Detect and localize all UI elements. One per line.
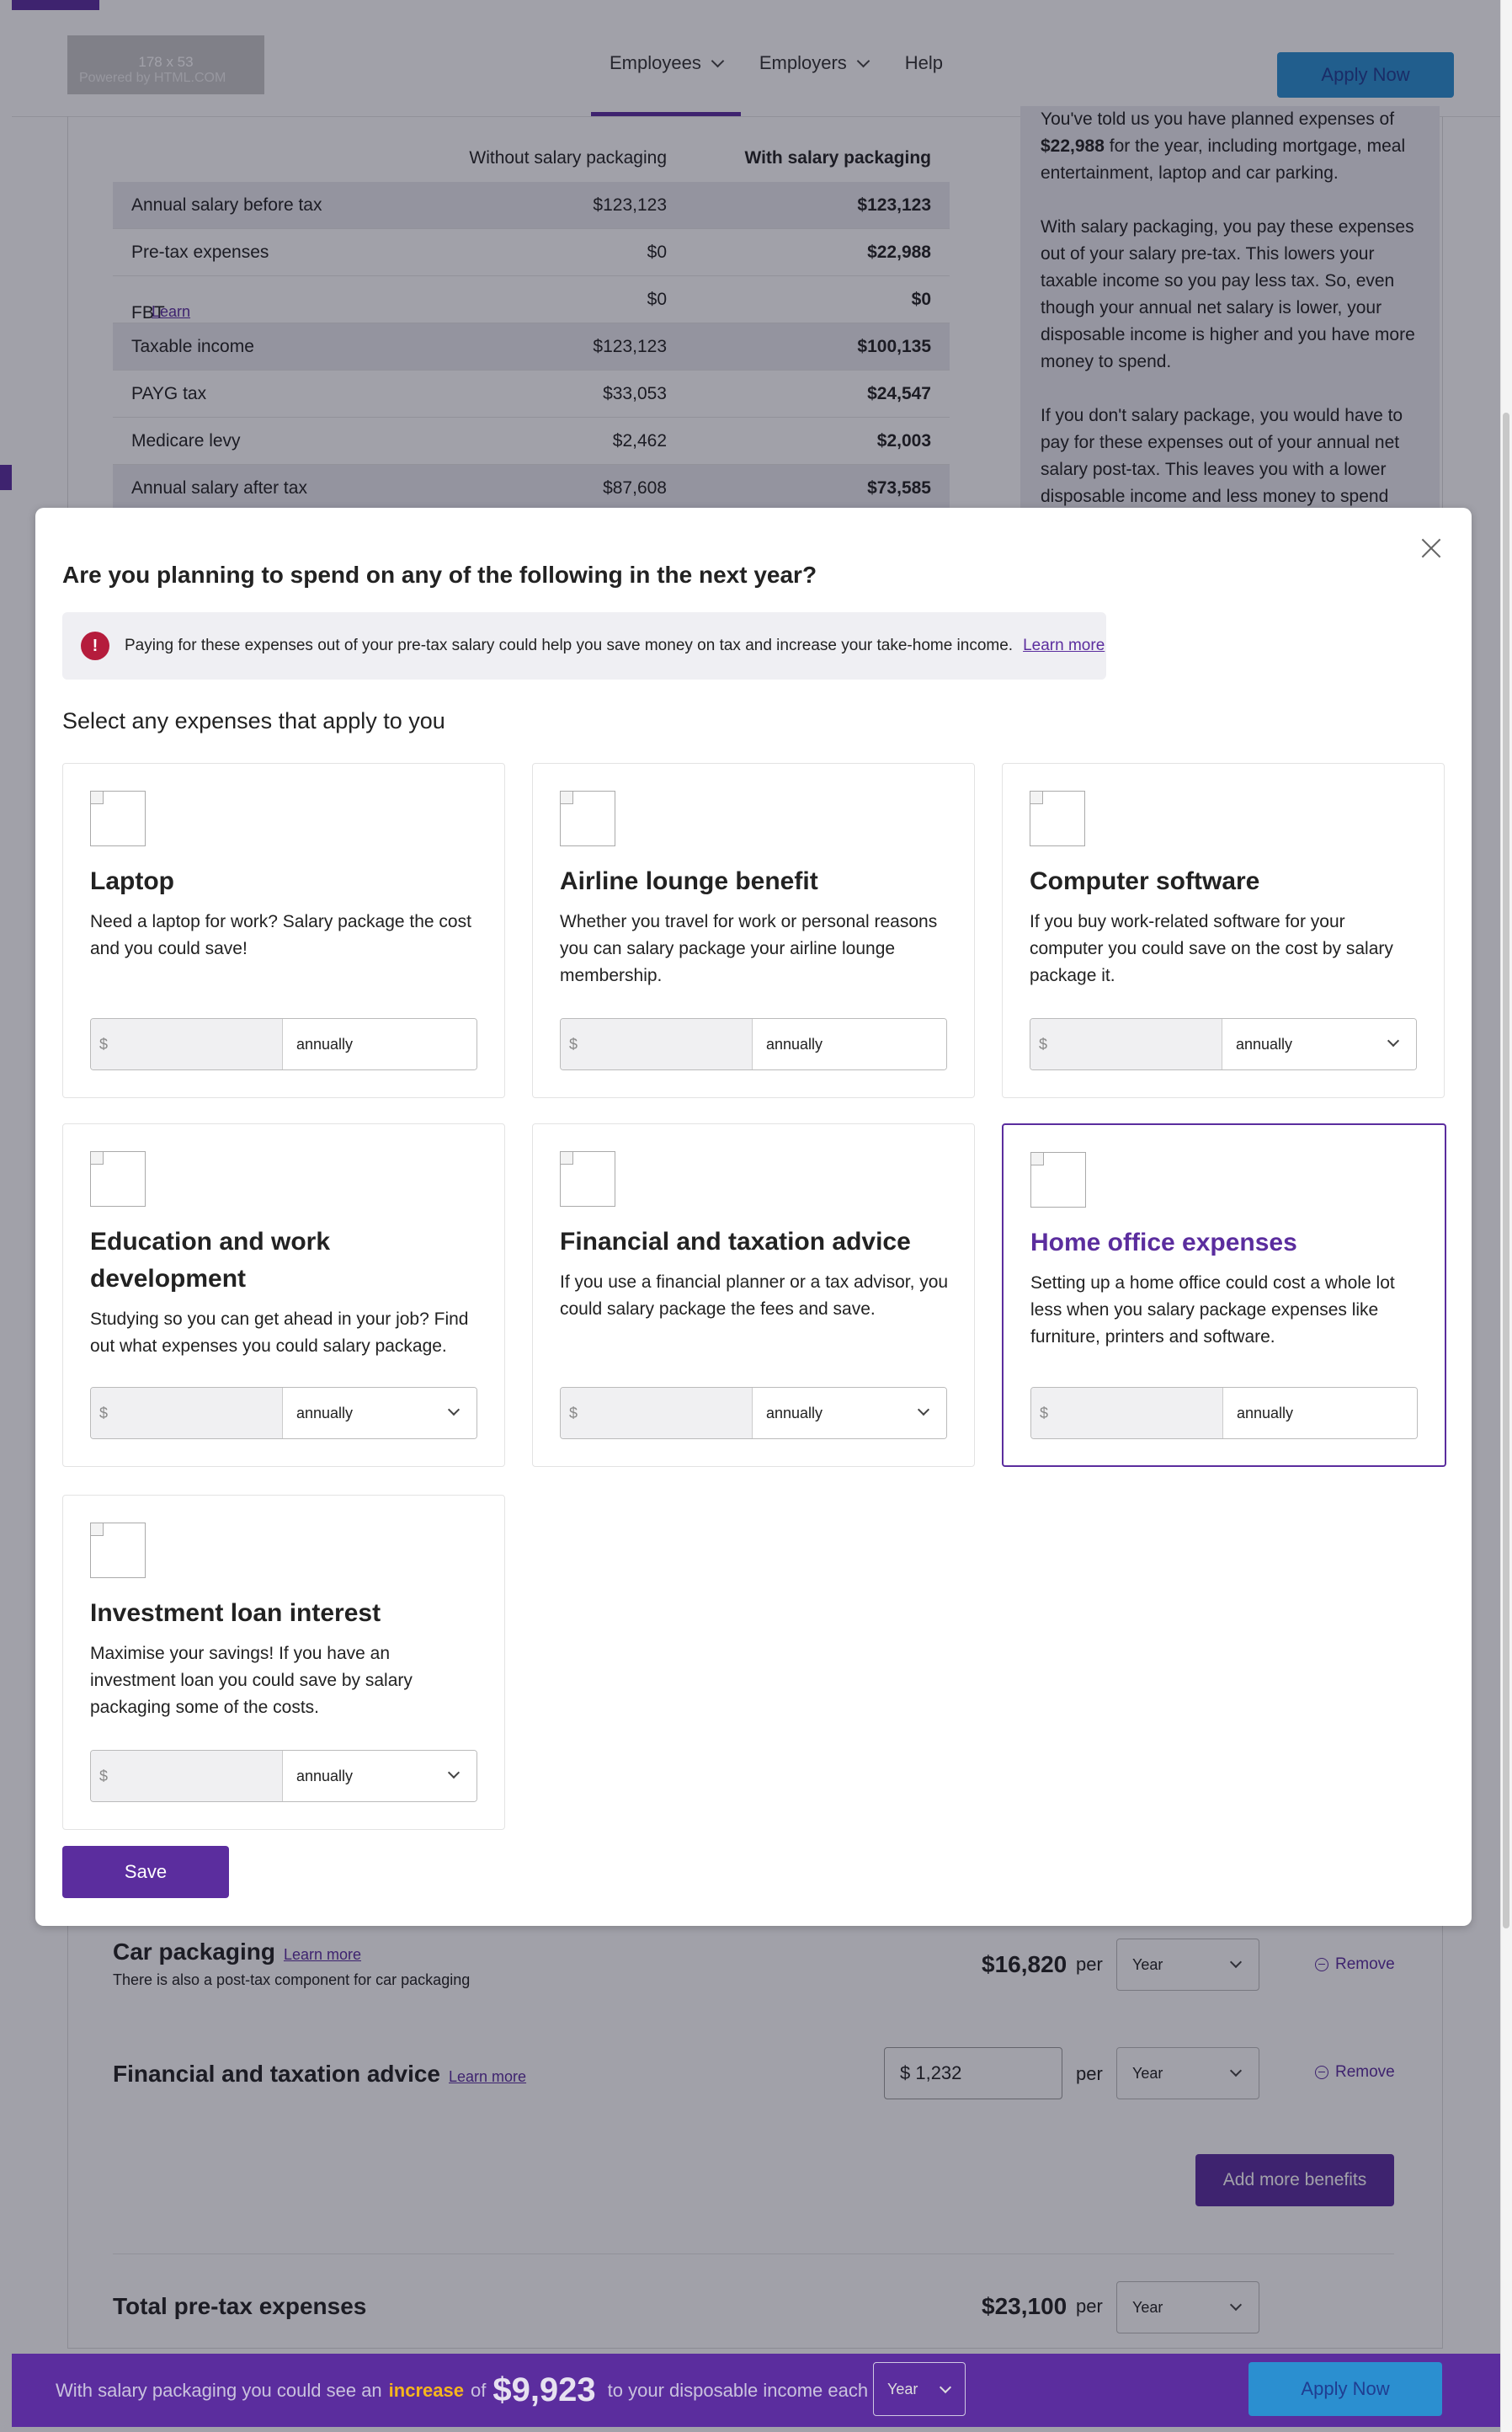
currency-symbol: $ bbox=[99, 1035, 109, 1053]
card-description: If you buy work-related software for you… bbox=[1030, 912, 1393, 985]
card-description: Studying so you can get ahead in your jo… bbox=[90, 1309, 469, 1356]
footer-apply-now-button[interactable]: Apply Now bbox=[1248, 2362, 1442, 2416]
frequency-select[interactable]: annually bbox=[1222, 1019, 1416, 1069]
card-amount-group: $ annually bbox=[1030, 1387, 1418, 1439]
chevron-down-icon bbox=[447, 1766, 461, 1779]
modal-title: Are you planning to spend on any of the … bbox=[62, 562, 817, 588]
card-description: Need a laptop for work? Salary package t… bbox=[90, 912, 471, 958]
alert-icon: ! bbox=[81, 632, 109, 660]
card-amount-group: $ annually bbox=[560, 1018, 947, 1070]
frequency-value: annually bbox=[296, 1767, 354, 1784]
chevron-down-icon bbox=[917, 1403, 930, 1416]
card-title: Home office expenses bbox=[1030, 1229, 1297, 1256]
image-placeholder-icon bbox=[1030, 1152, 1086, 1208]
card-amount-group: $ annually bbox=[1030, 1018, 1417, 1070]
footer-message: With salary packaging you could see an i… bbox=[56, 2354, 868, 2427]
image-placeholder-icon bbox=[90, 791, 146, 846]
frequency-value: annually bbox=[296, 1035, 354, 1053]
frequency-field[interactable]: annually bbox=[1223, 1388, 1417, 1438]
amount-input[interactable]: $ bbox=[1030, 1019, 1222, 1069]
footer-period-value: Year bbox=[887, 2380, 918, 2397]
image-placeholder-icon bbox=[560, 791, 615, 846]
amount-input[interactable]: $ bbox=[91, 1388, 283, 1438]
currency-symbol: $ bbox=[569, 1404, 578, 1421]
amount-input[interactable]: $ bbox=[91, 1019, 283, 1069]
frequency-select[interactable]: annually bbox=[283, 1388, 476, 1438]
expense-card-computer-software[interactable]: Computer software If you buy work-relate… bbox=[1002, 763, 1445, 1098]
expense-card-home-office[interactable]: Home office expenses Setting up a home o… bbox=[1002, 1123, 1446, 1467]
frequency-field[interactable]: annually bbox=[283, 1019, 476, 1069]
frequency-value: annually bbox=[766, 1035, 823, 1053]
image-placeholder-icon bbox=[560, 1151, 615, 1207]
scrollbar-thumb[interactable] bbox=[1503, 413, 1509, 1928]
chevron-down-icon bbox=[447, 1403, 461, 1416]
expense-card-airline-lounge[interactable]: Airline lounge benefit Whether you trave… bbox=[532, 763, 975, 1098]
footer-text: to your disposable income each bbox=[607, 2379, 869, 2401]
frequency-select[interactable]: annually bbox=[283, 1751, 476, 1801]
frequency-select[interactable]: annually bbox=[753, 1388, 946, 1438]
card-description: Setting up a home office could cost a wh… bbox=[1030, 1273, 1395, 1347]
card-title: Investment loan interest bbox=[90, 1599, 381, 1627]
info-text: Paying for these expenses out of your pr… bbox=[125, 637, 1014, 654]
frequency-value: annually bbox=[1237, 1404, 1294, 1421]
card-amount-group: $ annually bbox=[90, 1387, 477, 1439]
currency-symbol: $ bbox=[99, 1767, 109, 1784]
currency-symbol: $ bbox=[569, 1035, 578, 1053]
image-placeholder-icon bbox=[90, 1523, 146, 1578]
expense-card-laptop[interactable]: Laptop Need a laptop for work? Salary pa… bbox=[62, 763, 505, 1098]
expense-card-education[interactable]: Education and work development Studying … bbox=[62, 1123, 505, 1467]
card-amount-group: $ annually bbox=[560, 1387, 947, 1439]
card-title: Education and work development bbox=[90, 1228, 331, 1293]
amount-input[interactable]: $ bbox=[1031, 1388, 1223, 1438]
currency-symbol: $ bbox=[1039, 1035, 1048, 1053]
footer-text: With salary packaging you could see an bbox=[56, 2379, 382, 2401]
footer-increase-amount: $9,923 bbox=[492, 2371, 596, 2408]
expense-card-financial-advice[interactable]: Financial and taxation advice If you use… bbox=[532, 1123, 975, 1467]
card-title: Computer software bbox=[1030, 867, 1260, 895]
currency-symbol: $ bbox=[99, 1404, 109, 1421]
image-placeholder-icon bbox=[90, 1151, 146, 1207]
image-placeholder-icon bbox=[1030, 791, 1085, 846]
chevron-down-icon bbox=[1387, 1034, 1400, 1048]
info-banner: ! Paying for these expenses out of your … bbox=[62, 612, 1106, 680]
expenses-modal: Are you planning to spend on any of the … bbox=[35, 508, 1472, 1926]
footer-period-select[interactable]: Year bbox=[873, 2362, 966, 2416]
amount-input[interactable]: $ bbox=[561, 1019, 753, 1069]
frequency-value: annually bbox=[766, 1404, 823, 1421]
close-icon[interactable] bbox=[1421, 538, 1441, 558]
expense-card-investment-loan[interactable]: Investment loan interest Maximise your s… bbox=[62, 1495, 505, 1830]
frequency-value: annually bbox=[1236, 1035, 1293, 1053]
frequency-field[interactable]: annually bbox=[753, 1019, 946, 1069]
amount-input[interactable]: $ bbox=[561, 1388, 753, 1438]
currency-symbol: $ bbox=[1040, 1404, 1049, 1421]
card-description: Maximise your savings! If you have an in… bbox=[90, 1644, 413, 1717]
amount-input[interactable]: $ bbox=[91, 1751, 283, 1801]
card-amount-group: $ annually bbox=[90, 1018, 477, 1070]
card-title: Airline lounge benefit bbox=[560, 867, 818, 895]
footer-increase-word: increase bbox=[388, 2379, 464, 2401]
footer-text: of bbox=[470, 2379, 487, 2401]
save-button[interactable]: Save bbox=[62, 1846, 229, 1898]
frequency-value: annually bbox=[296, 1404, 354, 1421]
select-expenses-label: Select any expenses that apply to you bbox=[62, 708, 445, 733]
card-title: Financial and taxation advice bbox=[560, 1228, 911, 1256]
card-title: Laptop bbox=[90, 867, 174, 895]
card-description: If you use a financial planner or a tax … bbox=[560, 1272, 949, 1319]
card-amount-group: $ annually bbox=[90, 1750, 477, 1802]
card-description: Whether you travel for work or personal … bbox=[560, 912, 938, 985]
chevron-down-icon bbox=[939, 2381, 952, 2394]
info-learn-more-link[interactable]: Learn more bbox=[1023, 637, 1105, 655]
